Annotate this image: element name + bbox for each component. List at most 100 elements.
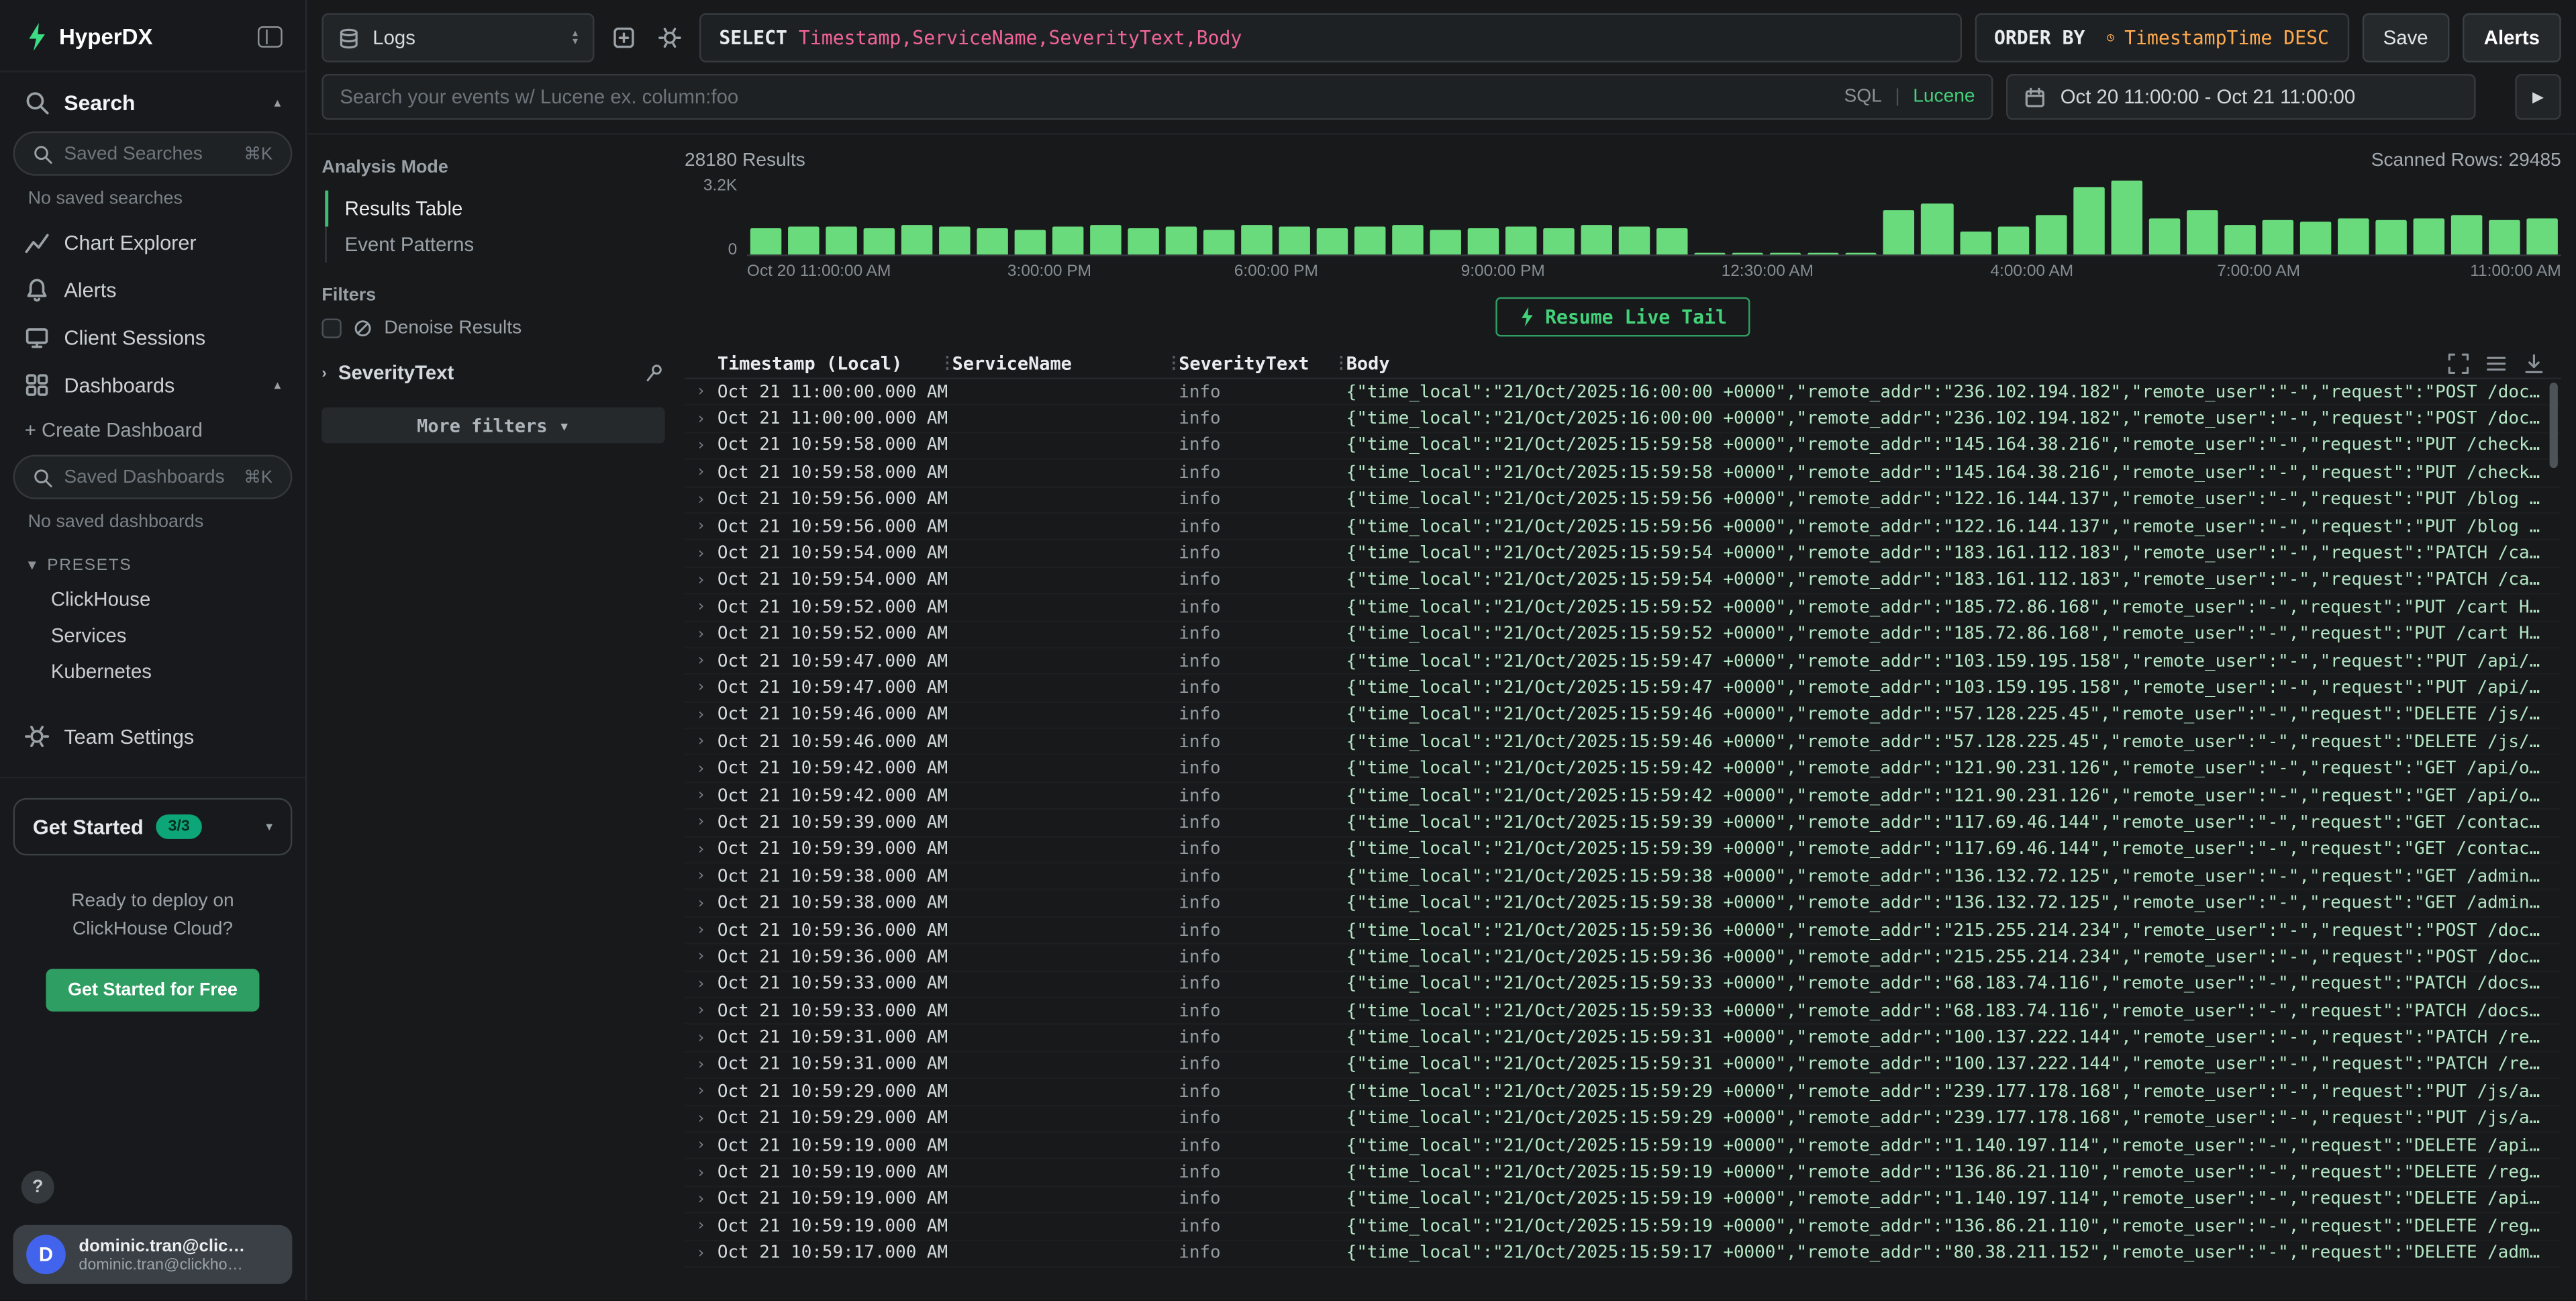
alerts-button[interactable]: Alerts [2463, 13, 2561, 62]
source-settings-button[interactable] [654, 19, 687, 56]
row-expand-icon[interactable]: › [685, 652, 717, 670]
sidebar-collapse-icon[interactable] [258, 26, 283, 48]
pin-icon[interactable] [645, 363, 664, 383]
row-expand-icon[interactable]: › [685, 867, 717, 885]
row-expand-icon[interactable]: › [685, 1190, 717, 1208]
user-menu[interactable]: D dominic.tran@clic… dominic.tran@clickh… [13, 1225, 293, 1284]
histogram-bar[interactable] [1015, 229, 1046, 254]
sidebar-item-services[interactable]: Services [0, 618, 305, 654]
row-expand-icon[interactable]: › [685, 975, 717, 993]
table-row[interactable]: ›Oct 21 11:00:00.000 AMinfo{"time_local"… [685, 406, 2561, 433]
filter-group-severitytext[interactable]: › SeverityText [321, 361, 664, 384]
histogram-bar[interactable] [2337, 218, 2369, 254]
histogram-bar[interactable] [1468, 228, 1499, 255]
histogram-bar[interactable] [1317, 228, 1348, 255]
table-row[interactable]: ›Oct 21 10:59:33.000 AMinfo{"time_local"… [685, 971, 2561, 998]
chevron-up-icon[interactable]: ▴ [274, 378, 281, 393]
sidebar-item-alerts[interactable]: Alerts [0, 266, 305, 314]
row-expand-icon[interactable]: › [685, 1137, 717, 1155]
row-expand-icon[interactable]: › [685, 1244, 717, 1262]
table-row[interactable]: ›Oct 21 10:59:38.000 AMinfo{"time_local"… [685, 864, 2561, 891]
histogram-bar[interactable] [939, 227, 971, 254]
table-row[interactable]: ›Oct 21 10:59:52.000 AMinfo{"time_local"… [685, 622, 2561, 648]
column-resize-handle[interactable]: ⋮ [1166, 354, 1179, 373]
create-dashboard-button[interactable]: + Create Dashboard [0, 409, 305, 452]
row-expand-icon[interactable]: › [685, 409, 717, 428]
time-range-picker[interactable]: Oct 20 11:00:00 - Oct 21 11:00:00 [2006, 74, 2476, 119]
histogram-bar[interactable] [2375, 220, 2407, 255]
table-row[interactable]: ›Oct 21 10:59:58.000 AMinfo{"time_local"… [685, 460, 2561, 487]
row-expand-icon[interactable]: › [685, 733, 717, 751]
lucene-search-box[interactable]: SQL | Lucene [321, 74, 1993, 119]
sidebar-item-chart-explorer[interactable]: Chart Explorer [0, 218, 305, 266]
scrollbar-thumb[interactable] [2550, 383, 2558, 468]
table-row[interactable]: ›Oct 21 10:59:19.000 AMinfo{"time_local"… [685, 1133, 2561, 1160]
column-settings-icon[interactable] [2485, 353, 2507, 375]
row-expand-icon[interactable]: › [685, 383, 717, 401]
table-row[interactable]: ›Oct 21 10:59:42.000 AMinfo{"time_local"… [685, 783, 2561, 810]
search-input[interactable] [340, 85, 1831, 108]
denoise-results-toggle[interactable]: Denoise Results [321, 319, 664, 338]
histogram-bar[interactable] [1203, 229, 1235, 254]
histogram-bar[interactable] [1052, 227, 1084, 254]
resume-live-tail-button[interactable]: Resume Live Tail [1496, 297, 1750, 337]
table-row[interactable]: ›Oct 21 11:00:00.000 AMinfo{"time_local"… [685, 379, 2561, 406]
table-row[interactable]: ›Oct 21 10:59:46.000 AMinfo{"time_local"… [685, 729, 2561, 756]
table-row[interactable]: ›Oct 21 10:59:39.000 AMinfo{"time_local"… [685, 837, 2561, 864]
row-expand-icon[interactable]: › [685, 1029, 717, 1047]
save-button[interactable]: Save [2362, 13, 2450, 62]
table-row[interactable]: ›Oct 21 10:59:54.000 AMinfo{"time_local"… [685, 541, 2561, 568]
histogram-bar[interactable] [1355, 227, 1387, 254]
table-row[interactable]: ›Oct 21 10:59:56.000 AMinfo{"time_local"… [685, 514, 2561, 540]
table-row[interactable]: ›Oct 21 10:59:47.000 AMinfo{"time_local"… [685, 648, 2561, 675]
histogram-bar[interactable] [1581, 226, 1613, 254]
column-header-severitytext[interactable]: SeverityText [1179, 353, 1333, 375]
table-row[interactable]: ›Oct 21 10:59:56.000 AMinfo{"time_local"… [685, 487, 2561, 514]
histogram-bar[interactable] [2186, 211, 2218, 254]
histogram-bar[interactable] [1922, 203, 1953, 254]
table-row[interactable]: ›Oct 21 10:59:19.000 AMinfo{"time_local"… [685, 1187, 2561, 1214]
table-row[interactable]: ›Oct 21 10:59:19.000 AMinfo{"time_local"… [685, 1160, 2561, 1187]
source-select[interactable]: Logs ▴▾ [321, 13, 594, 62]
row-expand-icon[interactable]: › [685, 437, 717, 455]
help-button[interactable]: ? [21, 1171, 54, 1204]
sidebar-item-dashboards[interactable]: Dashboards ▴ [0, 361, 305, 409]
sql-mode-toggle[interactable]: SQL [1844, 87, 1881, 107]
row-expand-icon[interactable]: › [685, 1217, 717, 1235]
histogram-bar[interactable] [1279, 227, 1311, 254]
row-expand-icon[interactable]: › [685, 921, 717, 939]
add-source-button[interactable] [607, 19, 640, 56]
row-expand-icon[interactable]: › [685, 948, 717, 966]
run-query-button[interactable]: ▶ [2515, 74, 2561, 119]
row-expand-icon[interactable]: › [685, 518, 717, 536]
column-header-body[interactable]: Body [1346, 353, 2561, 375]
download-icon[interactable] [2524, 353, 2545, 375]
select-clause-editor[interactable]: SELECT Timestamp,ServiceName,SeverityTex… [699, 13, 1961, 62]
histogram-bar[interactable] [1506, 227, 1538, 254]
histogram-bar[interactable] [2299, 222, 2331, 254]
histogram-bar[interactable] [1695, 252, 1726, 254]
sidebar-item-search[interactable]: Search ▴ [0, 73, 305, 128]
sidebar-item-client-sessions[interactable]: Client Sessions [0, 314, 305, 361]
row-expand-icon[interactable]: › [685, 787, 717, 805]
table-row[interactable]: ›Oct 21 10:59:17.000 AMinfo{"time_local"… [685, 1241, 2561, 1267]
row-expand-icon[interactable]: › [685, 1163, 717, 1182]
row-expand-icon[interactable]: › [685, 706, 717, 724]
histogram-bar[interactable] [1846, 252, 1877, 254]
table-row[interactable]: ›Oct 21 10:59:42.000 AMinfo{"time_local"… [685, 756, 2561, 783]
lucene-mode-toggle[interactable]: Lucene [1913, 87, 1975, 107]
histogram-bar[interactable] [977, 228, 1009, 255]
histogram-bar[interactable] [1959, 232, 1991, 254]
histogram-bar[interactable] [1090, 226, 1122, 254]
histogram-bar[interactable] [1733, 253, 1765, 254]
column-resize-handle[interactable]: ⋮ [939, 354, 952, 373]
histogram-bar[interactable] [2526, 218, 2558, 254]
row-expand-icon[interactable]: › [685, 1002, 717, 1020]
histogram-bar[interactable] [1620, 227, 1651, 254]
row-expand-icon[interactable]: › [685, 598, 717, 616]
column-header-timestamp[interactable]: Timestamp (Local) [717, 353, 939, 375]
histogram-bar[interactable] [750, 228, 782, 255]
histogram-bar[interactable] [2262, 220, 2293, 255]
table-row[interactable]: ›Oct 21 10:59:31.000 AMinfo{"time_local"… [685, 1052, 2561, 1079]
table-row[interactable]: ›Oct 21 10:59:54.000 AMinfo{"time_local"… [685, 568, 2561, 595]
